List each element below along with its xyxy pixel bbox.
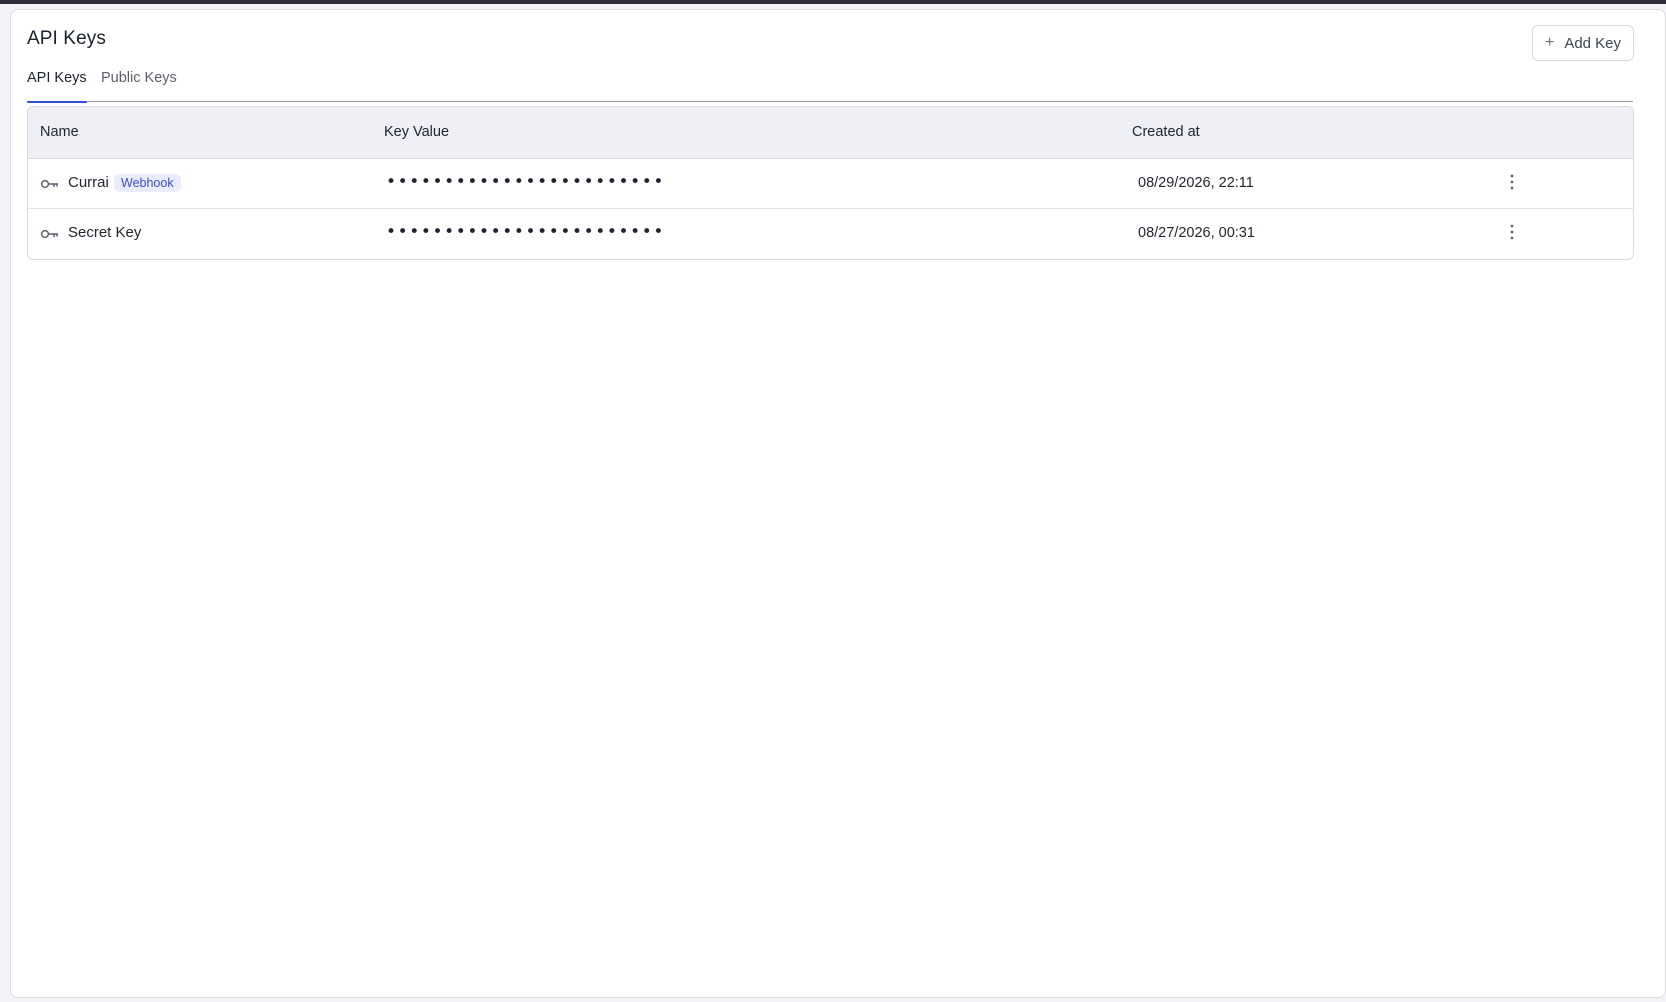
tab-public-keys-label: Public Keys <box>101 70 177 86</box>
add-key-button[interactable]: + Add Key <box>1532 25 1634 61</box>
more-vertical-icon[interactable] <box>1502 221 1522 243</box>
column-header-name: Name <box>40 124 79 140</box>
plus-icon: + <box>1544 34 1555 51</box>
key-value: •••••••••••••••••••••••• <box>386 222 666 242</box>
top-bar <box>0 0 1666 4</box>
key-name: Currai <box>68 174 109 191</box>
tab-public-keys[interactable]: Public Keys <box>101 68 177 102</box>
created-at: 08/29/2026, 22:11 <box>1138 175 1254 191</box>
tab-api-keys[interactable]: API Keys <box>27 68 87 103</box>
table-row[interactable]: Currai Webhook •••••••••••••••••••••••• … <box>28 159 1633 209</box>
table-header: Name Key Value Created at <box>28 107 1633 159</box>
key-value: •••••••••••••••••••••••• <box>386 172 666 192</box>
api-keys-table: Name Key Value Created at Currai Webhook… <box>27 106 1634 260</box>
tab-api-keys-label: API Keys <box>27 70 87 86</box>
api-keys-panel: API Keys + Add Key API Keys Public Keys … <box>10 9 1666 998</box>
key-name: Secret Key <box>68 224 142 241</box>
key-icon <box>40 227 60 239</box>
created-at: 08/27/2026, 00:31 <box>1138 225 1255 241</box>
webhook-badge: Webhook <box>114 174 181 192</box>
active-tab-indicator <box>27 101 87 103</box>
key-icon <box>40 177 60 189</box>
page-title: API Keys <box>27 28 106 49</box>
column-header-created-at: Created at <box>1132 124 1200 140</box>
add-key-label: Add Key <box>1564 34 1622 52</box>
tab-bar: API Keys Public Keys <box>27 68 1633 103</box>
column-header-key-value: Key Value <box>384 124 450 140</box>
more-vertical-icon[interactable] <box>1502 171 1522 193</box>
table-row[interactable]: Secret Key •••••••••••••••••••••••• 08/2… <box>28 209 1633 259</box>
